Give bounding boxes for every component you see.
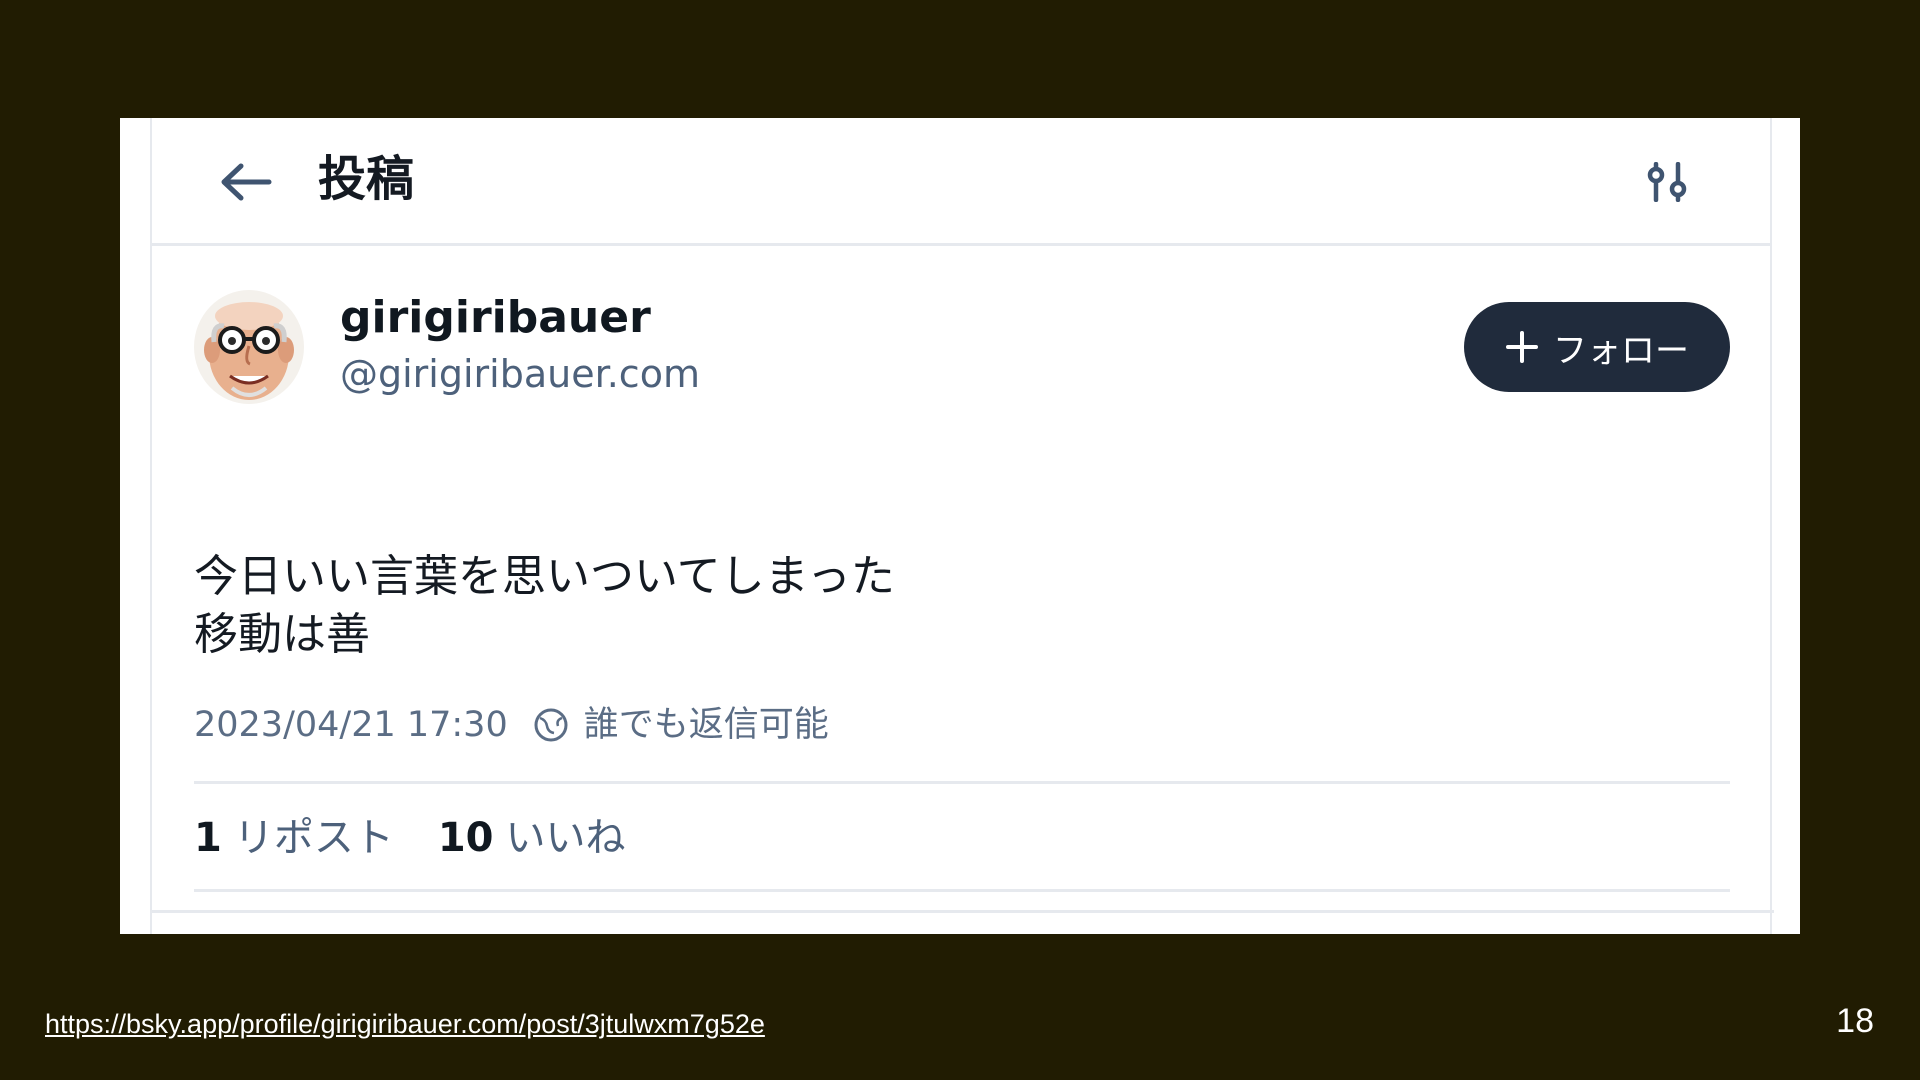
reposts-label: リポスト [233,815,394,861]
share-button[interactable] [1552,926,1604,934]
likes-stat[interactable]: 10 いいね [438,812,626,864]
post-actions: 1 10 [194,926,1730,934]
more-options-button[interactable] [1660,926,1716,934]
divider [194,889,1730,892]
repost-button[interactable]: 1 [484,926,574,934]
post-thread-panel: 投稿 girigiribauer @girigiribauer.com フォロー… [150,118,1774,934]
globe-icon [534,708,568,742]
post-meta: 2023/04/21 17:30 誰でも返信可能 [194,700,829,750]
sliders-icon [1647,162,1687,202]
post-text-line: 今日いい言葉を思いついてしまった [194,551,895,602]
post-screenshot: 投稿 girigiribauer @girigiribauer.com フォロー… [120,118,1800,934]
back-button[interactable] [214,150,278,214]
page-title: 投稿 [318,151,415,207]
post-text-line: 移動は善 [194,609,370,660]
divider [194,781,1730,784]
share-icon [1552,932,1604,934]
more-icon [1660,932,1716,934]
follow-button-label: フォロー [1553,330,1689,371]
thread-settings-button[interactable] [1636,150,1700,214]
repost-icon [484,932,536,934]
likes-count: 10 [437,815,494,861]
reply-button[interactable] [194,926,246,934]
reply-setting[interactable]: 誰でも返信可能 [584,700,829,750]
avatar[interactable] [194,290,304,404]
avatar-illustration [194,290,304,404]
divider [152,910,1774,913]
comment-icon [194,932,246,934]
post-text: 今日いい言葉を思いついてしまった 移動は善 [194,548,895,664]
reposts-count: 1 [194,815,222,861]
heart-icon [772,932,826,934]
reposts-stat[interactable]: 1 リポスト [194,812,394,864]
bookmark-icon [1446,932,1490,934]
post-header: 投稿 [152,118,1770,246]
arrow-left-icon [221,163,272,201]
bookmark-button[interactable] [1446,926,1490,934]
source-link[interactable]: https://bsky.app/profile/girigiribauer.c… [45,1009,765,1040]
follow-button[interactable]: フォロー [1464,302,1730,392]
post-stats: 1 リポスト 10 いいね [194,812,670,864]
like-button[interactable]: 10 [772,926,888,934]
author-display-name[interactable]: girigiribauer [340,290,651,346]
likes-label: いいね [505,815,626,861]
page-number: 18 [1836,1002,1874,1040]
plus-icon [1506,331,1538,363]
author-handle[interactable]: @girigiribauer.com [340,349,700,399]
post-timestamp[interactable]: 2023/04/21 17:30 [194,700,508,750]
